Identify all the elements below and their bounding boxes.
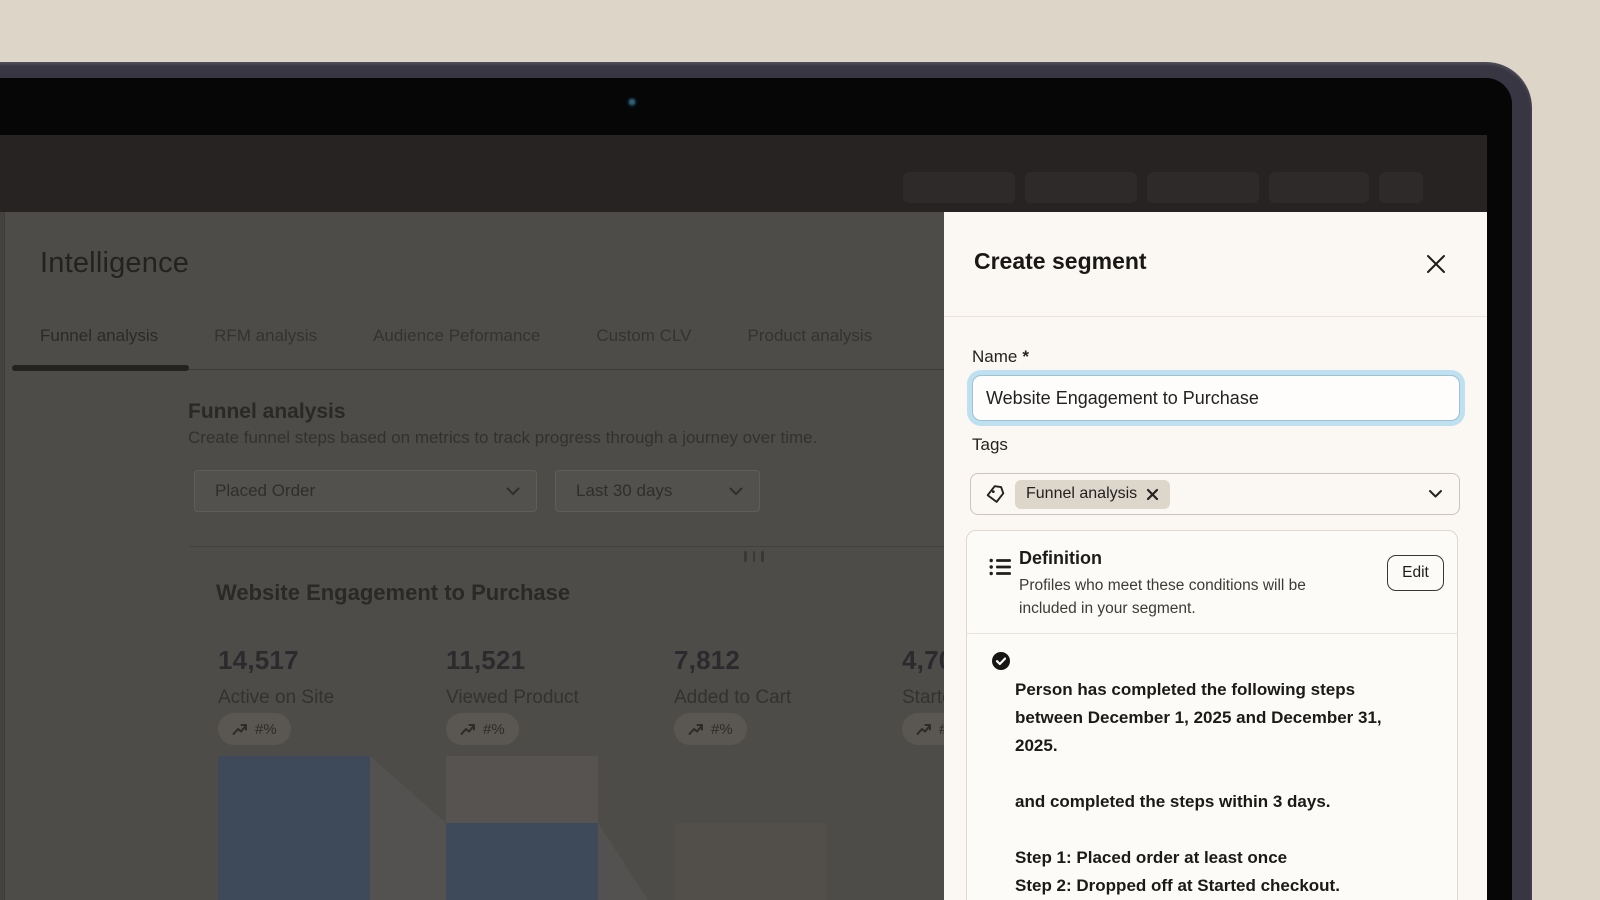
condition-line: 2025. <box>1015 732 1447 760</box>
tab-funnel-analysis[interactable]: Funnel analysis <box>40 326 158 346</box>
step-label: Viewed Product <box>446 687 676 709</box>
funnel-bar-viewed-product <box>446 823 598 900</box>
definition-card: Definition Profiles who meet these condi… <box>966 530 1458 900</box>
check-circle-icon <box>991 651 1011 671</box>
screenshot-stage: Intelligence Funnel analysis RFM analysi… <box>0 0 1600 900</box>
definition-card-divider <box>967 633 1457 634</box>
required-asterisk: * <box>1022 347 1029 366</box>
step-value: 11,521 <box>446 645 676 676</box>
badge-label: #% <box>255 721 277 738</box>
condition-line: between December 1, 2025 and December 31… <box>1015 704 1447 732</box>
trend-up-icon <box>916 722 932 736</box>
funnel-chart-title: Website Engagement to Purchase <box>216 580 570 606</box>
funnel-bar-active-on-site <box>218 756 370 900</box>
badge-label: #% <box>483 721 505 738</box>
section-description: Create funnel steps based on metrics to … <box>188 428 817 448</box>
bulleted-list-icon <box>989 557 1012 577</box>
metric-dropdown-value: Placed Order <box>215 481 506 501</box>
close-button[interactable] <box>1422 250 1450 278</box>
chevron-down-icon <box>1428 489 1443 499</box>
segment-condition-text: Person has completed the following steps… <box>1015 648 1447 900</box>
header-avatar-placeholder <box>1379 172 1423 203</box>
webcam-dot <box>626 97 638 109</box>
panel-divider <box>944 316 1487 317</box>
active-tab-indicator <box>12 365 189 371</box>
funnel-bar-dropoff <box>446 756 598 823</box>
step-value: 14,517 <box>218 645 448 676</box>
header-button-placeholder <box>1025 172 1137 203</box>
metric-dropdown[interactable]: Placed Order <box>194 470 537 512</box>
drag-handle-icon[interactable] <box>744 551 764 562</box>
date-range-value: Last 30 days <box>576 481 729 501</box>
tab-product-analysis[interactable]: Product analysis <box>747 326 872 346</box>
condition-line: Person has completed the following steps <box>1015 676 1447 704</box>
percent-toggle-badge[interactable]: #% <box>218 713 291 745</box>
funnel-step-stat: 7,812 Added to Cart <box>674 645 904 709</box>
close-small-icon <box>1146 488 1159 501</box>
tab-audience-performance[interactable]: Audience Peformance <box>373 326 540 346</box>
trend-up-icon <box>460 722 476 736</box>
laptop-screen: Intelligence Funnel analysis RFM analysi… <box>0 135 1487 900</box>
tags-label: Tags <box>972 435 1008 455</box>
create-segment-panel: Create segment Name* Tags Funnel an <box>944 212 1487 900</box>
step-label: Active on Site <box>218 687 448 709</box>
funnel-bar-dropoff <box>674 823 826 900</box>
intelligence-tabs: Funnel analysis RFM analysis Audience Pe… <box>40 326 872 346</box>
tags-select[interactable]: Funnel analysis <box>970 473 1460 515</box>
step-label: Added to Cart <box>674 687 904 709</box>
funnel-step-stat: 11,521 Viewed Product <box>446 645 676 709</box>
tag-chip: Funnel analysis <box>1015 480 1170 509</box>
page-title: Intelligence <box>40 247 189 280</box>
edit-button[interactable]: Edit <box>1387 555 1444 591</box>
tag-chip-label: Funnel analysis <box>1026 485 1137 503</box>
panel-title: Create segment <box>974 248 1147 275</box>
chevron-down-icon <box>729 487 743 496</box>
definition-title: Definition <box>1019 548 1102 569</box>
funnel-step-stat: 14,517 Active on Site <box>218 645 448 709</box>
remove-tag-button[interactable] <box>1146 488 1159 501</box>
condition-step-line: Step 2: Dropped off at Started checkout. <box>1015 872 1447 900</box>
close-icon <box>1425 253 1447 275</box>
name-label: Name * <box>972 347 1029 367</box>
badge-label: #% <box>711 721 733 738</box>
trend-up-icon <box>688 722 704 736</box>
segment-name-input[interactable] <box>972 375 1460 421</box>
section-heading: Funnel analysis <box>188 400 346 424</box>
page-left-edge <box>0 212 5 900</box>
condition-step-line: Step 1: Placed order at least once <box>1015 844 1447 872</box>
tag-icon <box>984 483 1006 505</box>
definition-description-line: included in your segment. <box>1019 598 1306 621</box>
step-value: 7,812 <box>674 645 904 676</box>
header-button-placeholder <box>1269 172 1369 203</box>
percent-toggle-badge[interactable]: #% <box>674 713 747 745</box>
date-range-dropdown[interactable]: Last 30 days <box>555 470 760 512</box>
definition-description: Profiles who meet these conditions will … <box>1019 575 1306 620</box>
condition-line: and completed the steps within 3 days. <box>1015 788 1447 816</box>
header-button-placeholder <box>1147 172 1259 203</box>
trend-up-icon <box>232 722 248 736</box>
name-label-text: Name <box>972 347 1017 366</box>
chevron-down-icon <box>506 487 520 496</box>
percent-toggle-badge[interactable]: #% <box>446 713 519 745</box>
header-button-placeholder <box>903 172 1015 203</box>
tab-custom-clv[interactable]: Custom CLV <box>596 326 691 346</box>
definition-description-line: Profiles who meet these conditions will … <box>1019 575 1306 598</box>
tab-rfm-analysis[interactable]: RFM analysis <box>214 326 317 346</box>
